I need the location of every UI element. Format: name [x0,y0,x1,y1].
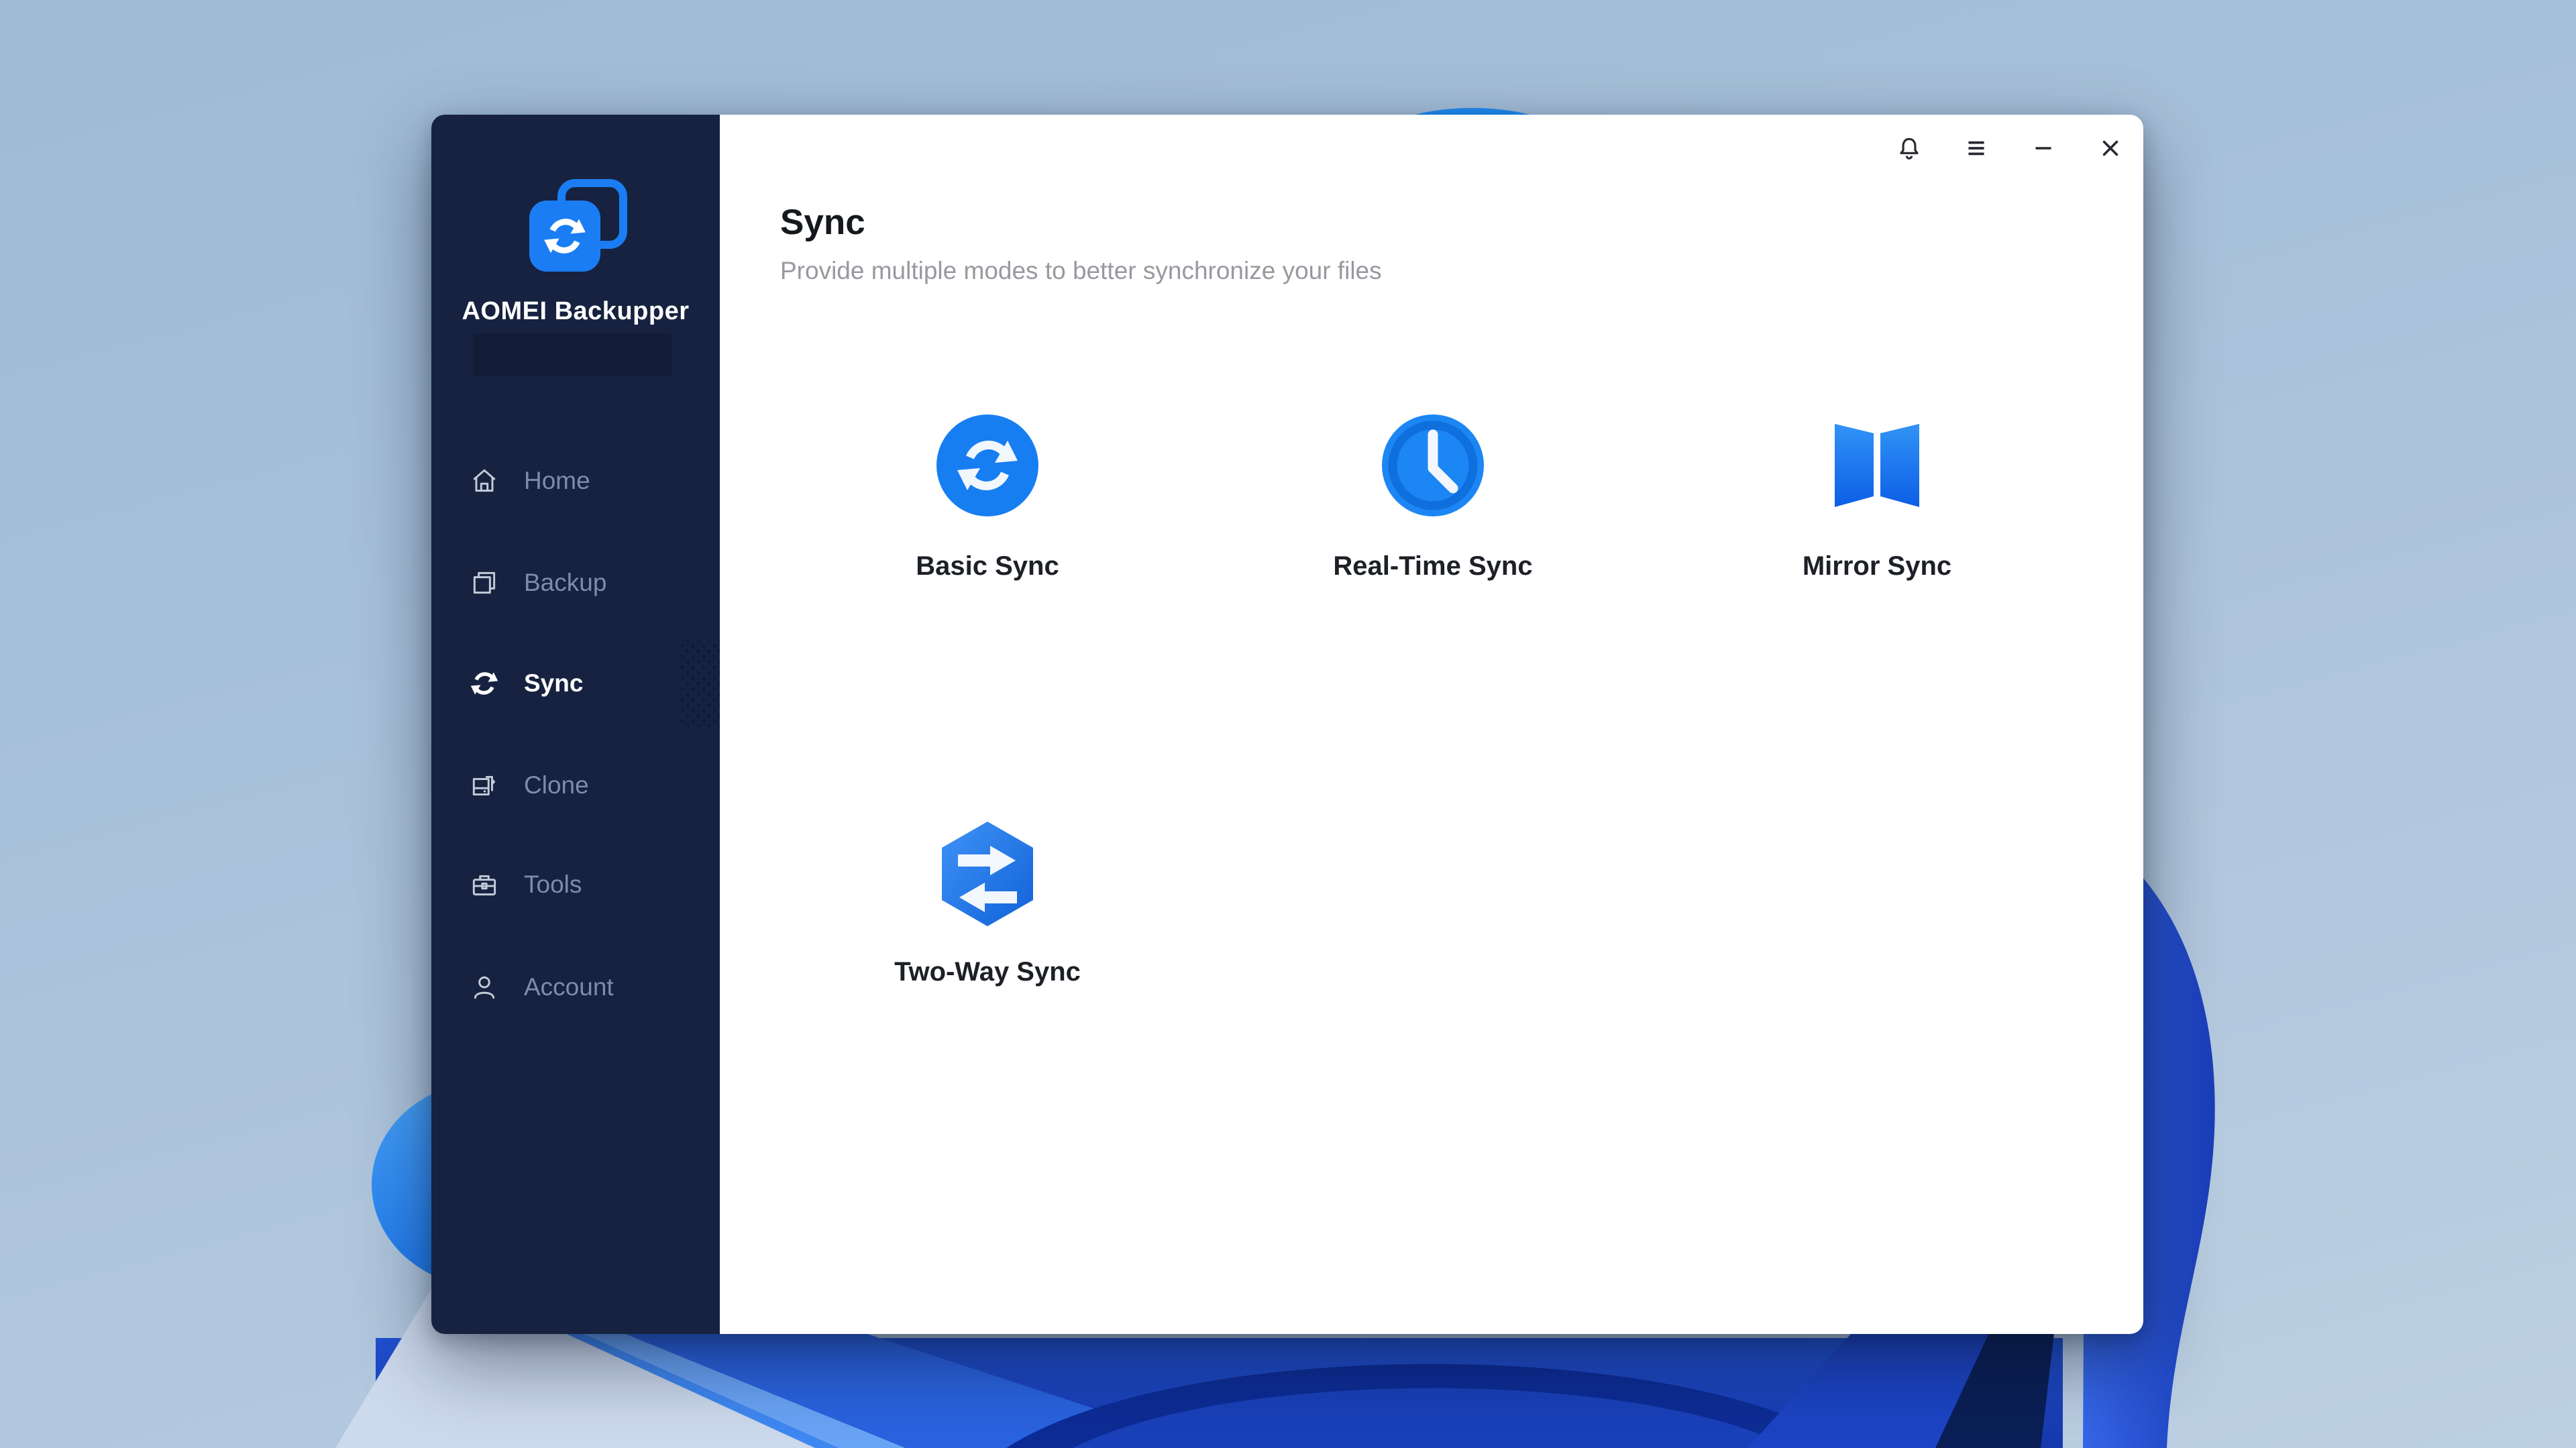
home-icon [469,465,500,496]
sidebar-item-clone[interactable]: Clone [431,734,720,836]
menu-button[interactable] [1952,124,2000,172]
real-time-sync-tile[interactable]: Real-Time Sync [1299,414,1567,581]
sidebar-item-label: Account [524,973,614,1001]
sidebar-item-label: Backup [524,569,606,597]
sidebar-item-backup[interactable]: Backup [431,532,720,634]
notifications-button[interactable] [1885,124,1933,172]
two-way-sync-icon [934,820,1040,926]
account-icon [469,972,500,1003]
two-way-sync-label: Two-Way Sync [894,957,1081,987]
sidebar-item-tools[interactable]: Tools [431,834,720,936]
app-name: AOMEI Backupper [431,297,720,326]
page-subtitle: Provide multiple modes to better synchro… [780,257,1382,285]
backup-icon [469,567,500,598]
aomei-backupper-window: AOMEI Backupper Home Backup [431,115,2143,1334]
sidebar-item-label: Clone [524,771,589,799]
close-icon [2096,134,2125,162]
minimize-icon [2029,134,2057,162]
sidebar-item-label: Home [524,467,590,495]
bell-icon [1895,134,1923,162]
sidebar-item-sync[interactable]: Sync [431,632,720,734]
logo-shade [473,333,672,376]
close-button[interactable] [2086,124,2135,172]
sidebar-item-label: Tools [524,871,582,899]
mirror-sync-icon [1824,414,1930,520]
clone-icon [469,770,500,801]
page-title: Sync [780,202,865,243]
sidebar-item-home[interactable]: Home [431,430,720,532]
desktop-wallpaper: AOMEI Backupper Home Backup [0,0,2576,1448]
tools-icon [469,869,500,900]
basic-sync-tile[interactable]: Basic Sync [853,414,1122,581]
sidebar-item-account[interactable]: Account [431,936,720,1038]
sidebar-item-label: Sync [524,669,583,698]
mirror-sync-label: Mirror Sync [1803,551,1951,581]
mirror-sync-tile[interactable]: Mirror Sync [1743,414,2011,581]
sidebar: AOMEI Backupper Home Backup [431,115,720,1334]
basic-sync-icon [934,414,1040,520]
two-way-sync-tile[interactable]: Two-Way Sync [853,820,1122,987]
real-time-sync-icon [1380,414,1486,520]
basic-sync-label: Basic Sync [916,551,1059,581]
aomei-backupper-logo-icon [519,178,633,280]
sync-icon [469,668,500,699]
minimize-button[interactable] [2019,124,2068,172]
real-time-sync-label: Real-Time Sync [1333,551,1532,581]
hamburger-menu-icon [1962,134,1990,162]
